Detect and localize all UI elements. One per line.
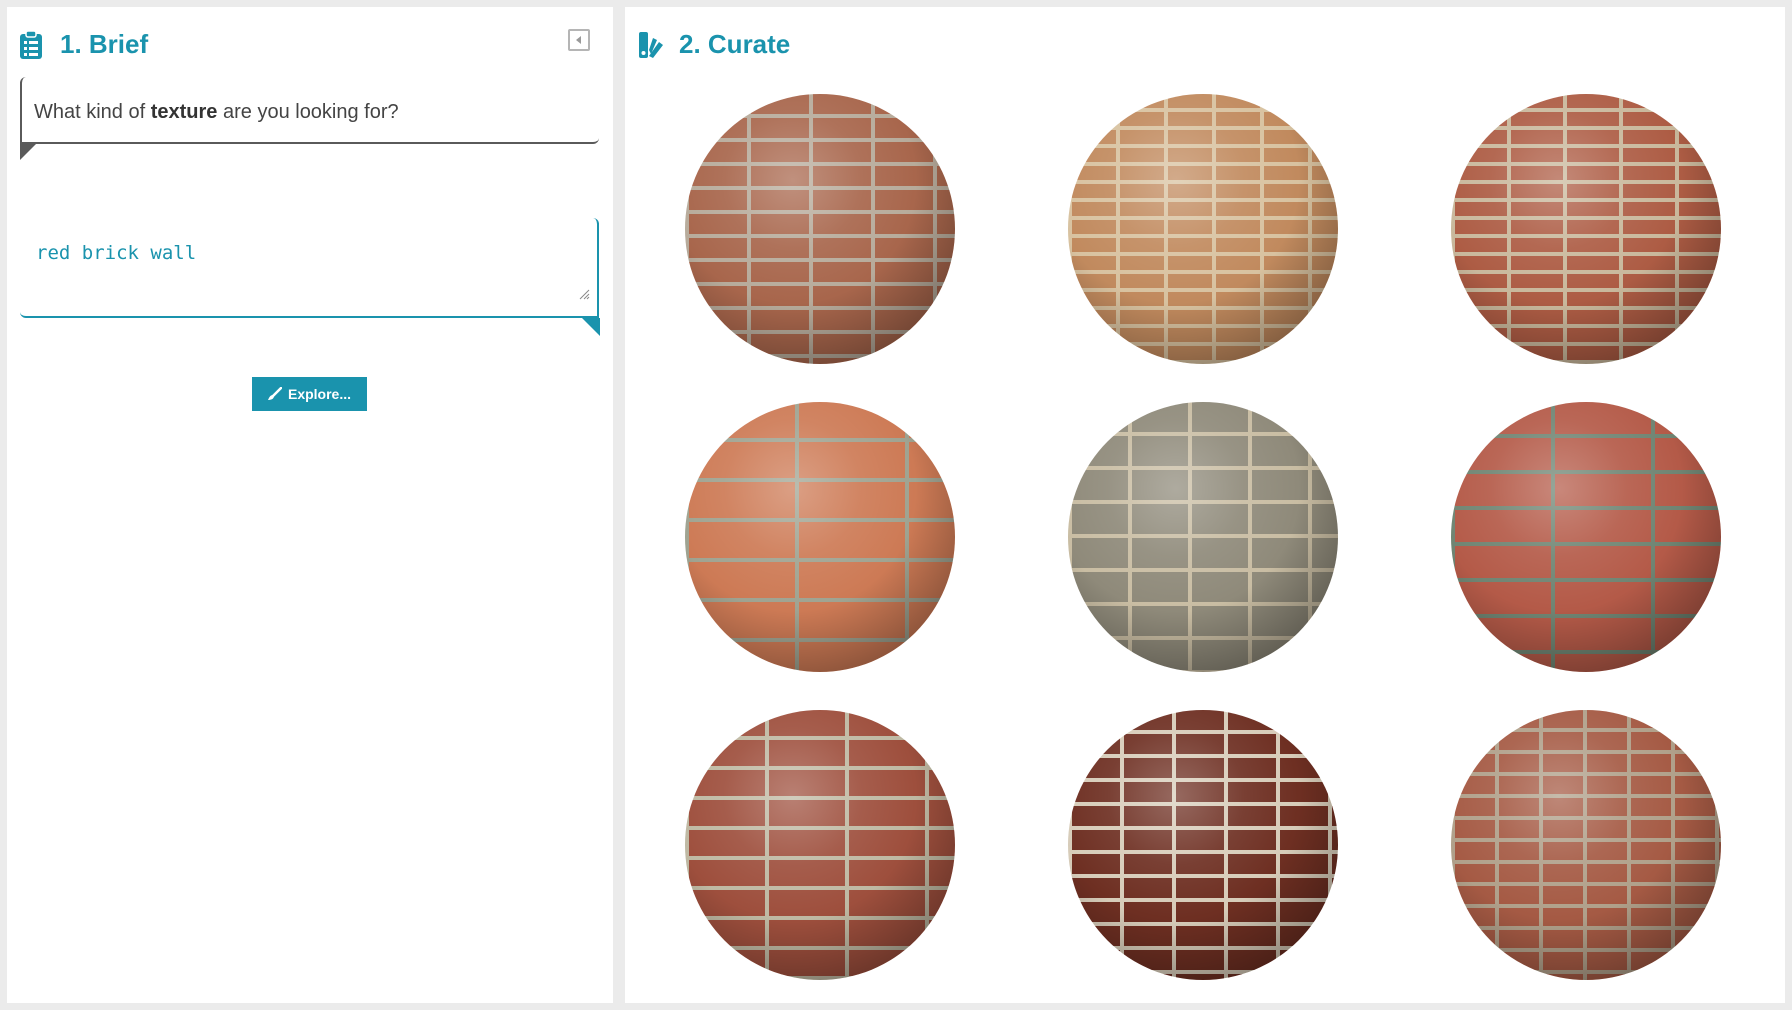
explore-button[interactable]: Explore...: [252, 377, 367, 411]
texture-sphere[interactable]: [1068, 402, 1338, 672]
sphere-shading: [1068, 402, 1338, 672]
sphere-shading: [1451, 710, 1721, 980]
paint-brush-icon: [267, 387, 282, 400]
brief-panel: 1. Brief What kind of texture are you lo…: [7, 7, 613, 1003]
texture-sphere[interactable]: [1451, 710, 1721, 980]
sphere-shading: [685, 402, 955, 672]
sphere-shading: [685, 710, 955, 980]
texture-grid: [625, 7, 1785, 1003]
clipboard-list-icon: [20, 30, 48, 60]
texture-sphere[interactable]: [1451, 402, 1721, 672]
prompt-bubble: What kind of texture are you looking for…: [20, 77, 599, 144]
brief-title: 1. Brief: [60, 29, 149, 59]
caret-left-icon: [576, 36, 581, 44]
texture-sphere[interactable]: [685, 402, 955, 672]
sphere-shading: [1451, 402, 1721, 672]
texture-sphere[interactable]: [685, 710, 955, 980]
query-input[interactable]: red brick wall: [20, 218, 597, 308]
prompt-text-bold: texture: [150, 101, 218, 123]
explore-label: Explore...: [287, 386, 352, 402]
texture-sphere[interactable]: [685, 94, 955, 364]
query-box: red brick wall: [20, 218, 599, 318]
collapse-panel-button[interactable]: [568, 29, 590, 51]
sphere-shading: [685, 94, 955, 364]
sphere-shading: [1068, 94, 1338, 364]
texture-sphere[interactable]: [1068, 94, 1338, 364]
texture-sphere[interactable]: [1451, 94, 1721, 364]
brief-header: 1. Brief: [20, 29, 148, 60]
texture-sphere[interactable]: [1068, 710, 1338, 980]
sphere-shading: [1451, 94, 1721, 364]
query-box-tail: [582, 318, 600, 336]
prompt-text-suffix: are you looking for?: [217, 101, 399, 123]
prompt-text-prefix: What kind of: [34, 101, 151, 123]
resize-grip-icon[interactable]: [578, 288, 590, 300]
curate-panel: 2. Curate: [625, 7, 1785, 1003]
sphere-shading: [1068, 710, 1338, 980]
prompt-bubble-tail: [20, 142, 38, 160]
